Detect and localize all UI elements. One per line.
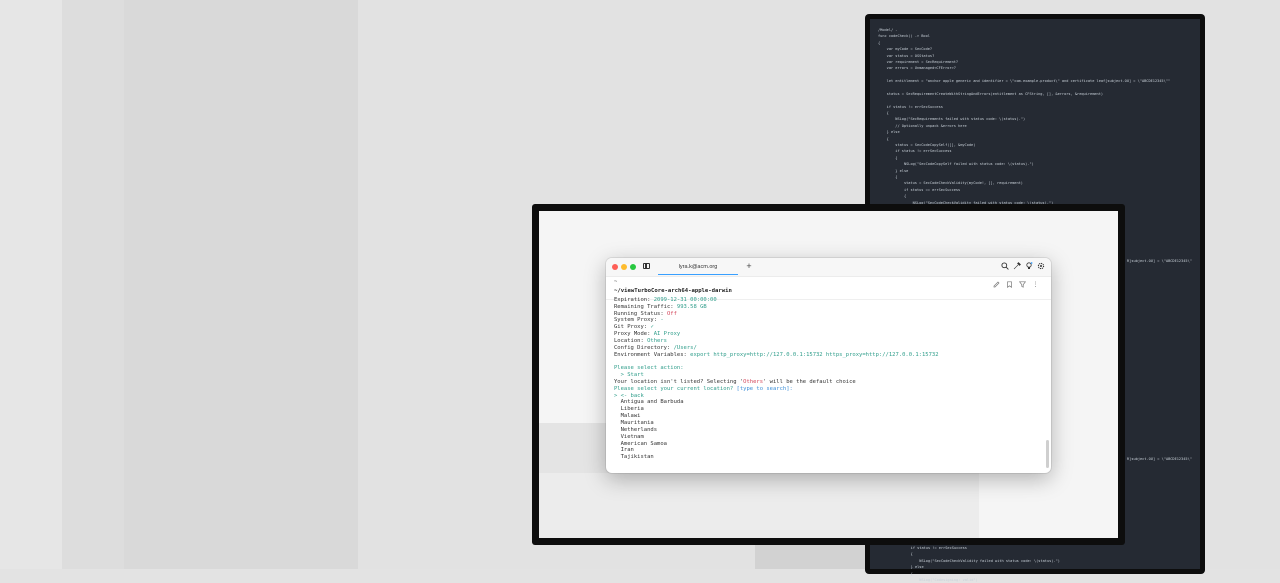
new-tab-button[interactable]: +: [744, 258, 754, 276]
location-option[interactable]: American Samoa: [614, 441, 1043, 448]
notice-text: Your location isn't listed? Selecting ': [614, 378, 744, 385]
status-line: Git Proxy: ✓: [614, 324, 1043, 331]
status-line: Proxy Mode: AI Proxy: [614, 331, 1043, 338]
option-label: Mauritania: [614, 420, 654, 426]
notice-text: ' will be the default choice: [763, 378, 856, 385]
terminal-window[interactable]: lyra.k@acm.org + ~ ~/viewTurboCore-arch6…: [606, 258, 1051, 473]
menu-option[interactable]: > Start: [614, 372, 1043, 379]
option-start: > Start: [614, 372, 644, 379]
sidebar-toggle-icon[interactable]: [643, 263, 650, 269]
status-value: export http_proxy=http://127.0.0.1:15732…: [690, 351, 939, 358]
code-bottom-lines: if status != errSecSuccess { NSLog("SecC…: [902, 545, 1192, 583]
settings-gear-icon[interactable]: [1036, 262, 1046, 272]
option-label: Netherlands: [614, 426, 658, 433]
terminal-output[interactable]: Expiration: 2099-12-31 00:00:00 Remaining…: [606, 297, 1051, 461]
status-value: 2099-12-31 00:00:00: [653, 296, 717, 303]
edit-icon[interactable]: [992, 281, 1001, 290]
status-label: Config Directory:: [614, 344, 674, 351]
prompt-hint: [type to search]:: [736, 385, 793, 392]
tab-label: lyra.k@acm.org: [678, 264, 718, 270]
status-line: Remaining Traffic: 993.58 GB: [614, 304, 1043, 311]
search-icon[interactable]: [1000, 262, 1010, 272]
background-band: [62, 0, 124, 569]
current-directory: ~/viewTurboCore-arch64-apple-darwin: [614, 288, 732, 294]
status-label: Location:: [614, 337, 648, 344]
status-label: Proxy Mode:: [614, 331, 654, 338]
status-label: System Proxy:: [614, 317, 661, 324]
location-option[interactable]: Mauritania: [614, 420, 1043, 427]
status-label: Remaining Traffic:: [614, 303, 677, 310]
option-label: Malawi: [614, 413, 641, 420]
minimize-window-button[interactable]: [621, 264, 627, 270]
tab-session[interactable]: lyra.k@acm.org: [654, 258, 742, 276]
option-label: Iran: [614, 447, 634, 454]
status-line: System Proxy: -: [614, 317, 1043, 324]
status-line: Location: Others: [614, 338, 1043, 345]
background-band: [0, 0, 62, 569]
lightbulb-icon[interactable]: [1024, 262, 1034, 272]
status-value: Off: [666, 310, 677, 317]
code-line: NSLog("Codesigning: valid"): [902, 577, 978, 582]
notice-line: Your location isn't listed? Selecting 'O…: [614, 379, 1043, 386]
status-label: Git Proxy:: [614, 324, 651, 331]
filter-icon[interactable]: [1018, 281, 1027, 290]
status-line: Config Directory: /Users/: [614, 345, 1043, 352]
option-label: Vietnam: [614, 433, 644, 440]
location-option[interactable]: Malawi: [614, 413, 1043, 420]
option-label: > <- back: [614, 392, 644, 399]
location-option[interactable]: Tajikistan: [614, 454, 1043, 461]
code-fragment: R]subject.OU] = \"ABCDE12345\": [1127, 457, 1192, 461]
status-line: Environment Variables: export http_proxy…: [614, 352, 1043, 359]
option-label: American Samoa: [614, 440, 667, 447]
tools-icon[interactable]: [1012, 262, 1022, 272]
code-line: let entitlement = "anchor apple generic …: [878, 79, 1171, 84]
location-option[interactable]: Vietnam: [614, 434, 1043, 441]
status-value: Others: [647, 337, 667, 344]
location-option[interactable]: Iran: [614, 447, 1043, 454]
zoom-window-button[interactable]: [630, 264, 636, 270]
status-line: Running Status: Off: [614, 311, 1043, 318]
scrollbar[interactable]: [1046, 440, 1049, 468]
notice-highlight: Others: [743, 378, 764, 385]
close-window-button[interactable]: [612, 264, 618, 270]
prompt-line: Please select your current location? [ty…: [614, 386, 1043, 393]
location-option[interactable]: Netherlands: [614, 427, 1043, 434]
prompt-line: Please select action:: [614, 365, 1043, 372]
status-value: /Users/: [673, 344, 697, 351]
code-fragment: R]subject.OU] = \"ABCDE12345\": [1127, 259, 1192, 263]
background-band: [124, 0, 358, 569]
location-option[interactable]: Liberia: [614, 406, 1043, 413]
status-line: Expiration: 2099-12-31 00:00:00: [614, 297, 1043, 304]
option-label: Liberia: [614, 406, 644, 413]
option-label: Antigua and Barbuda: [614, 399, 684, 406]
status-label: Environment Variables:: [614, 351, 691, 358]
home-indicator: ~: [614, 279, 618, 285]
prompt-text: Please select your current location?: [614, 385, 737, 392]
status-value: -: [660, 317, 664, 324]
location-option[interactable]: > <- back: [614, 393, 1043, 400]
option-label: Tajikistan: [614, 454, 654, 461]
location-option[interactable]: Antigua and Barbuda: [614, 399, 1043, 406]
status-label: Expiration:: [614, 296, 654, 303]
desktop-shape: [539, 473, 979, 538]
prompt-text: Please select action:: [614, 365, 684, 372]
bookmark-icon[interactable]: [1005, 281, 1014, 290]
status-value: ✓: [650, 324, 654, 331]
more-options-icon[interactable]: ⋮: [1031, 281, 1040, 290]
status-value: AI Proxy: [653, 331, 681, 338]
status-value: 993.58 GB: [676, 303, 707, 310]
status-label: Running Status:: [614, 310, 667, 317]
title-bar[interactable]: lyra.k@acm.org +: [606, 258, 1051, 277]
